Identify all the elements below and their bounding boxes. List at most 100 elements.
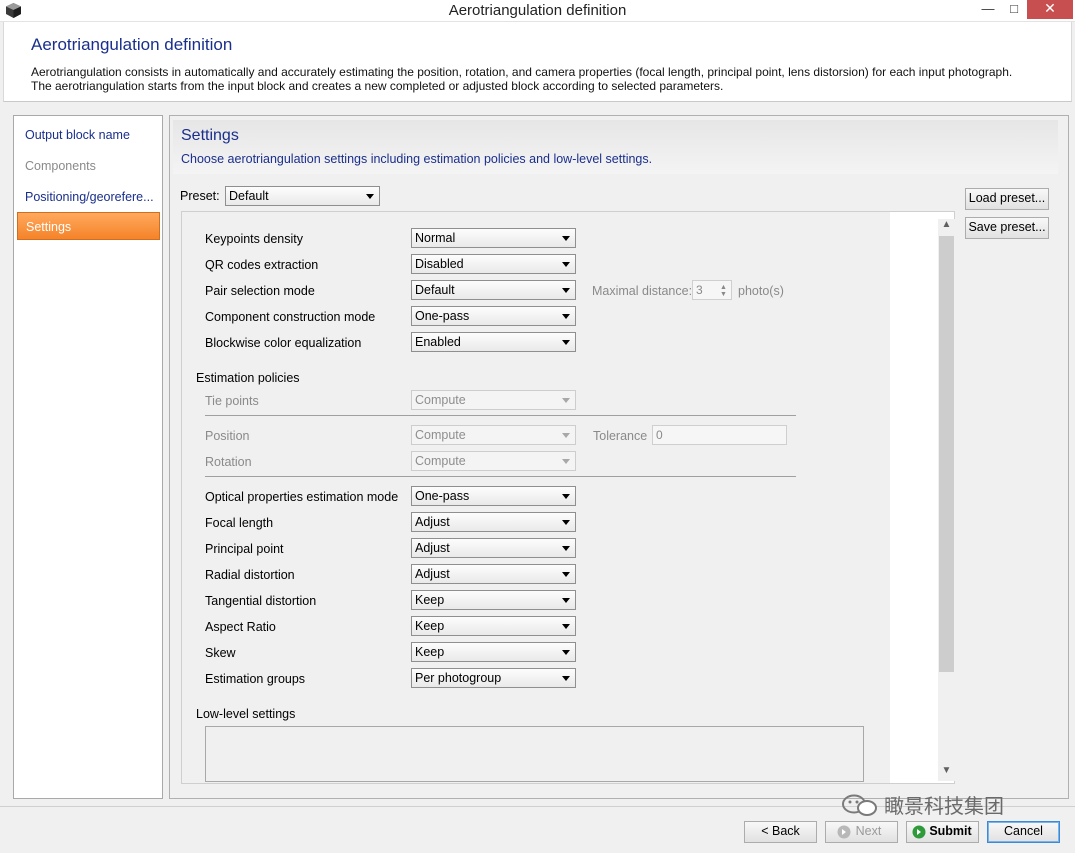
scroll-up-icon[interactable]: ▲ [938,219,955,235]
nav-item-settings[interactable]: Settings [17,212,160,240]
optical-mode-value: One-pass [415,489,470,503]
low-level-settings-heading: Low-level settings [196,707,296,721]
spin-down-icon: ▼ [720,291,727,298]
chevron-down-icon [562,262,570,267]
radial-distortion-label: Radial distortion [205,568,295,582]
header-description-line1: Aerotriangulation consists in automatica… [31,65,1013,79]
estimation-policies-heading: Estimation policies [196,371,300,385]
principal-point-label: Principal point [205,542,284,556]
next-arrow-icon [837,825,851,839]
principal-point-value: Adjust [415,541,450,555]
maximize-button[interactable]: □ [1001,0,1027,19]
principal-point-select[interactable]: Adjust [411,538,576,558]
wizard-nav: Output block name Components Positioning… [13,115,163,799]
nav-item-output-block-name[interactable]: Output block name [17,121,160,149]
maximal-distance-spinner: 3 ▲ ▼ [692,280,732,300]
focal-length-value: Adjust [415,515,450,529]
submit-button[interactable]: Submit [906,821,979,843]
skew-label: Skew [205,646,236,660]
header-description-line2: The aerotriangulation starts from the in… [31,79,724,93]
tie-points-value: Compute [415,393,466,407]
vertical-scrollbar[interactable]: ▲ ▼ [938,219,955,781]
tangential-distortion-label: Tangential distortion [205,594,317,608]
pair-selection-select[interactable]: Default [411,280,576,300]
focal-length-label: Focal length [205,516,274,530]
preset-value: Default [229,189,269,203]
panel-subtitle: Choose aerotriangulation settings includ… [181,152,653,166]
next-label: Next [855,824,882,838]
window-title: Aerotriangulation definition [448,2,627,19]
tangential-distortion-value: Keep [415,593,445,607]
component-construction-value: One-pass [415,309,470,323]
scroll-thumb[interactable] [939,236,954,672]
keypoints-density-value: Normal [415,231,456,245]
skew-value: Keep [415,645,445,659]
skew-select[interactable]: Keep [411,642,576,662]
optical-mode-select[interactable]: One-pass [411,486,576,506]
component-construction-select[interactable]: One-pass [411,306,576,326]
chevron-down-icon [562,236,570,241]
radial-distortion-select[interactable]: Adjust [411,564,576,584]
chevron-down-icon [562,314,570,319]
divider [205,415,796,416]
aspect-ratio-select[interactable]: Keep [411,616,576,636]
preset-select[interactable]: Default [225,186,380,206]
keypoints-density-select[interactable]: Normal [411,228,576,248]
watermark-text: 瞰景科技集团 [884,796,1004,818]
chevron-down-icon [562,288,570,293]
chevron-down-icon [562,572,570,577]
header-title: Aerotriangulation definition [31,35,233,54]
chevron-down-icon [562,398,570,403]
scroll-down-icon[interactable]: ▼ [938,765,955,781]
tie-points-label: Tie points [205,394,259,408]
tolerance-label: Tolerance [593,429,648,443]
back-button[interactable]: < Back [744,821,817,843]
cancel-button[interactable]: Cancel [987,821,1060,843]
low-level-settings-textarea[interactable] [205,726,864,782]
estimation-groups-label: Estimation groups [205,672,306,686]
chevron-down-icon [562,433,570,438]
estimation-groups-value: Per photogroup [415,671,502,685]
rotation-label: Rotation [205,455,252,469]
color-equalization-label: Blockwise color equalization [205,336,362,350]
component-construction-label: Component construction mode [205,310,376,324]
close-button[interactable]: ✕ [1027,0,1073,19]
divider [205,476,796,477]
save-preset-button[interactable]: Save preset... [965,217,1049,239]
color-equalization-select[interactable]: Enabled [411,332,576,352]
tolerance-field: 0 [652,425,787,445]
pair-selection-label: Pair selection mode [205,284,315,298]
rotation-value: Compute [415,454,466,468]
submit-label: Submit [929,824,972,838]
estimation-groups-select[interactable]: Per photogroup [411,668,576,688]
nav-item-components: Components [25,159,96,173]
chevron-down-icon [562,546,570,551]
chevron-down-icon [562,598,570,603]
window-title-bar: Aerotriangulation definition — □ ✕ [0,0,1075,22]
submit-arrow-icon [912,825,926,839]
header-description: Aerotriangulation consists in automatica… [31,65,1071,93]
preset-label: Preset: [180,189,220,203]
position-value: Compute [415,428,466,442]
qr-codes-select[interactable]: Disabled [411,254,576,274]
load-preset-button[interactable]: Load preset... [965,188,1049,210]
position-label: Position [205,429,250,443]
next-button: Next [825,821,898,843]
panel-title: Settings [181,127,239,144]
chevron-down-icon [562,340,570,345]
wechat-logo-icon [842,794,877,816]
pair-selection-value: Default [415,283,455,297]
nav-item-positioning[interactable]: Positioning/georefere... [17,183,160,211]
maximal-distance-label: Maximal distance: [592,284,693,298]
tangential-distortion-select[interactable]: Keep [411,590,576,610]
chevron-down-icon [562,650,570,655]
maximal-distance-value: 3 [696,283,703,297]
focal-length-select[interactable]: Adjust [411,512,576,532]
chevron-down-icon [562,520,570,525]
qr-codes-label: QR codes extraction [205,258,319,272]
keypoints-density-label: Keypoints density [205,232,303,246]
minimize-button[interactable]: — [975,0,1001,19]
tie-points-select: Compute [411,390,576,410]
chevron-down-icon [562,676,570,681]
qr-codes-value: Disabled [415,257,464,271]
